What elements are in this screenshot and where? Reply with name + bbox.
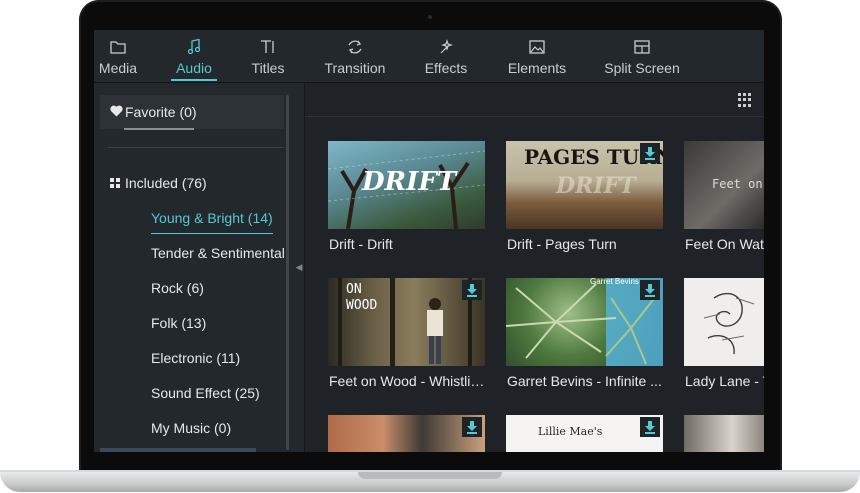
download-button[interactable] xyxy=(640,280,660,300)
sidebar-scrollbar[interactable] xyxy=(286,95,289,450)
category-rock[interactable]: Rock (6) xyxy=(151,280,204,296)
category-young-bright[interactable]: Young & Bright (14) xyxy=(151,210,273,234)
divider xyxy=(108,147,284,148)
library-toolbar xyxy=(305,83,764,117)
category-label: Rock (6) xyxy=(151,280,204,296)
text-icon xyxy=(260,39,276,55)
thumbnail-text: ON xyxy=(346,282,362,297)
tab-audio[interactable]: Audio xyxy=(171,30,217,82)
tab-split-screen[interactable]: Split Screen xyxy=(604,30,680,82)
audio-library: DRIFT Drift - Drift PAGES TURN DRIFT Dri… xyxy=(305,83,764,452)
audio-title: Feet on Wood - Whistlin... xyxy=(329,373,486,389)
category-label: Young & Bright (14) xyxy=(151,210,273,226)
transition-icon xyxy=(347,39,363,55)
top-nav: Media Audio Titles Transition Effects El… xyxy=(94,30,764,83)
category-label: My Music (0) xyxy=(151,420,232,436)
tab-label: Transition xyxy=(324,60,386,76)
category-label: Sound Effect (25) xyxy=(151,385,260,401)
download-button[interactable] xyxy=(640,143,660,163)
active-category-underline xyxy=(151,233,273,234)
tab-label: Elements xyxy=(507,60,567,76)
folder-icon xyxy=(110,39,126,55)
image-icon xyxy=(529,39,545,55)
category-tender-sentimental[interactable]: Tender & Sentimental xyxy=(151,245,285,261)
tab-label: Titles xyxy=(251,60,285,76)
download-icon xyxy=(645,283,655,297)
audio-thumbnail: PAGES TURN DRIFT xyxy=(506,141,663,229)
active-tab-indicator xyxy=(171,79,217,81)
download-icon xyxy=(645,420,655,434)
laptop-notch xyxy=(358,472,502,479)
tab-transition[interactable]: Transition xyxy=(324,30,386,82)
music-note-icon xyxy=(187,39,201,55)
tab-titles[interactable]: Titles xyxy=(250,30,286,82)
favorite-label: Favorite (0) xyxy=(125,104,197,120)
thumbnail-text: DRIFT xyxy=(556,173,636,199)
tab-media[interactable]: Media xyxy=(98,30,138,82)
category-folk[interactable]: Folk (13) xyxy=(151,315,206,331)
audio-thumbnail: ON WOOD xyxy=(328,278,485,366)
camera-icon xyxy=(428,15,432,19)
tab-elements[interactable]: Elements xyxy=(507,30,567,82)
sidebar-bottom-bar xyxy=(100,448,256,452)
audio-thumbnail: Lillie Mae's xyxy=(506,415,663,452)
split-screen-icon xyxy=(634,39,650,55)
category-label: Electronic (11) xyxy=(151,350,241,366)
tab-label: Media xyxy=(98,60,138,76)
category-label: Tender & Sentimental xyxy=(151,245,285,261)
download-button[interactable] xyxy=(640,417,660,437)
audio-thumbnail: Garret Bevins xyxy=(506,278,663,366)
tab-effects[interactable]: Effects xyxy=(424,30,468,82)
tab-label: Audio xyxy=(176,60,212,76)
grid-icon xyxy=(110,178,120,188)
included-group[interactable]: Included (76) xyxy=(110,175,207,191)
grid-view-icon[interactable] xyxy=(738,93,752,107)
app-window: Media Audio Titles Transition Effects El… xyxy=(94,30,764,452)
download-icon xyxy=(467,283,477,297)
favorite-item[interactable]: Favorite (0) xyxy=(100,95,284,130)
collapse-arrow-icon[interactable]: ◀ xyxy=(294,260,304,274)
category-sound-effect[interactable]: Sound Effect (25) xyxy=(151,385,260,401)
favorite-underline xyxy=(124,128,194,130)
thumbnail-text: Feet on xyxy=(712,177,763,191)
audio-title: Feet On Water xyxy=(685,236,764,252)
audio-thumbnail xyxy=(684,278,764,366)
tab-label: Split Screen xyxy=(604,60,680,76)
category-my-music[interactable]: My Music (0) xyxy=(151,420,231,436)
category-electronic[interactable]: Electronic (11) xyxy=(151,350,240,366)
thumbnail-text: WOOD xyxy=(346,298,378,313)
thumbnail-text: Lillie Mae's xyxy=(538,425,603,438)
download-button[interactable] xyxy=(462,417,482,437)
audio-title: Drift - Drift xyxy=(329,236,393,252)
download-button[interactable] xyxy=(462,280,482,300)
audio-title: Garret Bevins - Infinite ... xyxy=(507,373,662,389)
thumbnail-text: DRIFT xyxy=(362,167,457,197)
audio-title: Drift - Pages Turn xyxy=(507,236,617,252)
sparkle-icon xyxy=(438,39,454,55)
audio-thumbnail: Feet on xyxy=(684,141,764,229)
included-label: Included (76) xyxy=(125,175,207,191)
tab-label: Effects xyxy=(424,60,468,76)
download-icon xyxy=(467,420,477,434)
category-label: Folk (13) xyxy=(151,315,207,331)
audio-thumbnail xyxy=(328,415,485,452)
thumbnail-text: Garret Bevins xyxy=(590,278,639,286)
audio-title: Lady Lane - T xyxy=(685,373,764,389)
category-sidebar: Favorite (0) Included (76) Young & Brigh… xyxy=(94,83,304,452)
audio-thumbnail: DRIFT xyxy=(328,141,485,229)
audio-thumbnail xyxy=(684,415,764,452)
heart-icon xyxy=(110,104,124,118)
download-icon xyxy=(645,146,655,160)
